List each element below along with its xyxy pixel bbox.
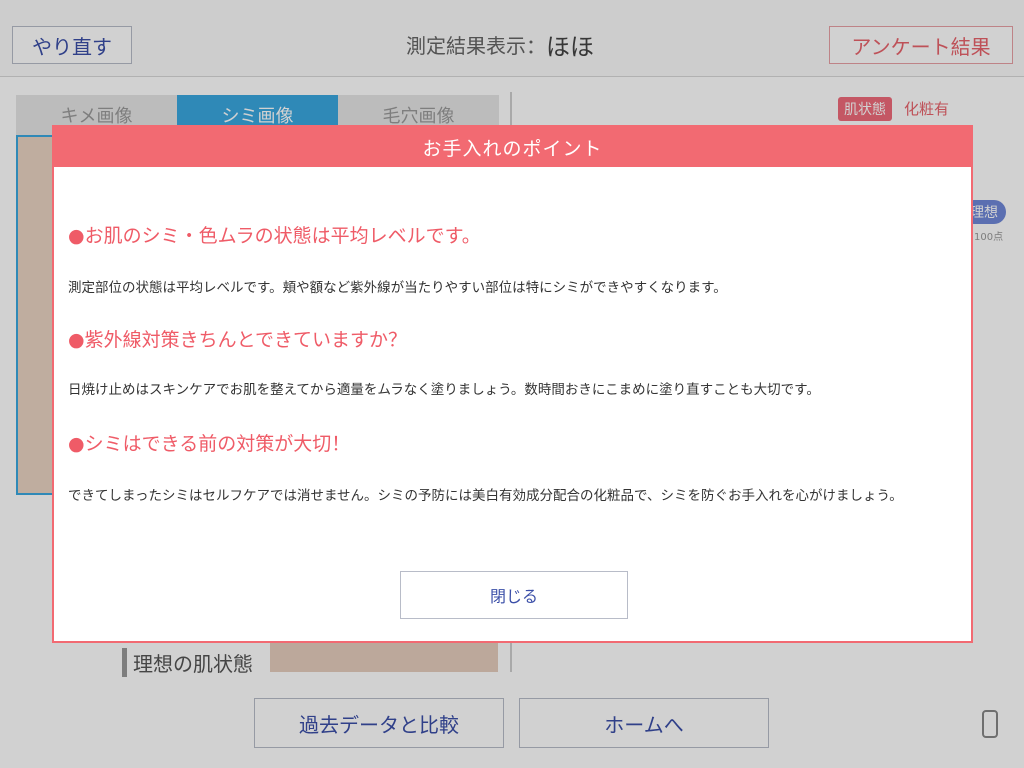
dialog-title: お手入れのポイント bbox=[54, 127, 971, 167]
section-3-title: ●シミはできる前の対策が大切！ bbox=[68, 433, 351, 455]
section-3-text: できてしまったシミはセルフケアでは消せません。シミの予防には美白有効成分配合の化… bbox=[68, 488, 903, 504]
care-points-dialog: お手入れのポイント ●お肌のシミ・色ムラの状態は平均レベルです。 測定部位の状態… bbox=[52, 125, 973, 643]
section-1-text: 測定部位の状態は平均レベルです。頬や額など紫外線が当たりやすい部位は特にシミがで… bbox=[68, 280, 727, 296]
section-2-text: 日焼け止めはスキンケアでお肌を整えてから適量をムラなく塗りましょう。数時間おきに… bbox=[68, 382, 820, 398]
section-1-title: ●お肌のシミ・色ムラの状態は平均レベルです。 bbox=[68, 225, 481, 247]
close-button[interactable]: 閉じる bbox=[400, 571, 628, 619]
section-2-title: ●紫外線対策きちんとできていますか？ bbox=[68, 329, 408, 351]
